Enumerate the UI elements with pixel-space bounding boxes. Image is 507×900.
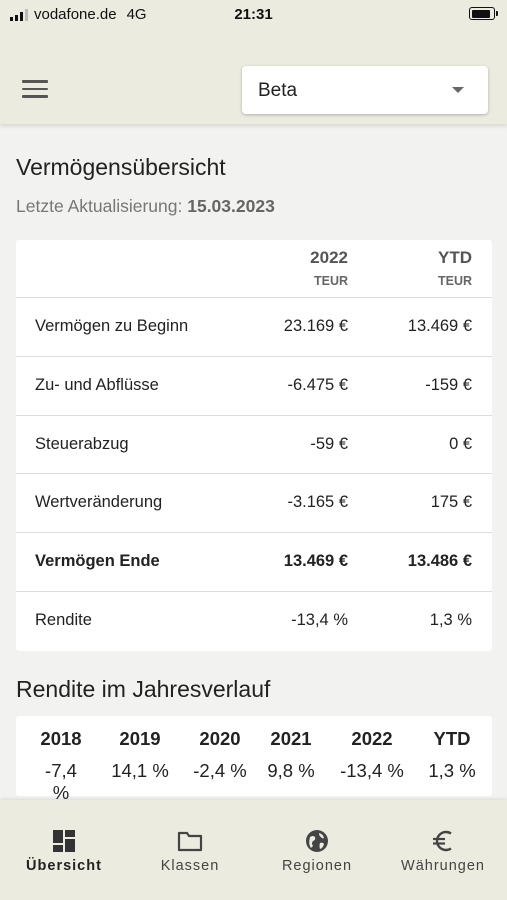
page-title: Vermögensübersicht [16, 154, 226, 180]
tab-klassen[interactable]: Klassen [130, 828, 250, 874]
year-return: 1,3 % [428, 760, 476, 781]
year-label: 2020 [199, 728, 241, 749]
returns-title: Rendite im Jahresverlauf [16, 676, 271, 702]
tab-uebersicht[interactable]: Übersicht [4, 828, 124, 874]
row-label: Wertveränderung [35, 493, 163, 512]
returns-table: 2018 -7,4 % 2019 14,1 % 2020 -2,4 % 2021… [16, 716, 492, 803]
tab-label: Klassen [160, 858, 220, 874]
menu-icon[interactable] [22, 80, 48, 100]
status-time: 21:31 [234, 6, 273, 23]
column-unit: TEUR [437, 274, 472, 288]
year-column: 2019 14,1 % [110, 728, 170, 782]
column-header-ytd: YTD TEUR [438, 248, 472, 288]
table-row: Vermögen zu Beginn 23.169 € 13.469 € [16, 298, 492, 357]
table-header: 2022 TEUR YTD TEUR [16, 240, 492, 298]
summary-table: 2022 TEUR YTD TEUR Vermögen zu Beginn 23… [16, 240, 492, 651]
row-label: Zu- und Abflüsse [35, 375, 159, 394]
euro-icon [383, 828, 503, 854]
row-value-2022: -59 € [310, 434, 348, 453]
year-return: -7,4 % [45, 760, 77, 803]
row-label: Vermögen Ende [35, 552, 160, 571]
column-year: YTD [438, 248, 472, 267]
folder-icon [130, 828, 250, 854]
year-column: 2022 -13,4 % [338, 728, 406, 782]
battery-icon [469, 7, 498, 20]
portfolio-select[interactable]: Beta [242, 66, 488, 114]
year-return: -2,4 % [193, 760, 247, 781]
table-row: Rendite -13,4 % 1,3 % [16, 592, 492, 651]
globe-icon [257, 828, 377, 854]
year-return: 9,8 % [267, 760, 315, 781]
row-value-ytd: 13.469 € [407, 317, 472, 335]
table-row: Zu- und Abflüsse -6.475 € -159 € [16, 357, 492, 416]
table-row: Wertveränderung -3.165 € 175 € [16, 474, 492, 534]
dashboard-icon [4, 828, 124, 854]
column-unit: TEUR [313, 274, 348, 288]
column-year: 2022 [310, 248, 348, 267]
last-update-date: 15.03.2023 [187, 196, 275, 216]
portfolio-select-value: Beta [258, 80, 298, 101]
tab-regionen[interactable]: Regionen [257, 828, 377, 874]
row-value-ytd: -159 € [425, 375, 472, 394]
year-label: YTD [433, 728, 471, 749]
tab-waehrungen[interactable]: Währungen [383, 828, 503, 874]
status-bar: vodafone.de 4G 21:31 [0, 0, 507, 30]
row-value-ytd: 1,3 % [429, 610, 472, 629]
year-column: YTD 1,3 % [424, 728, 480, 782]
last-update-label: Letzte Aktualisierung: [16, 196, 183, 216]
row-value-ytd: 175 € [430, 493, 472, 512]
year-return: 14,1 % [111, 760, 169, 781]
tab-label: Regionen [281, 858, 353, 874]
caret-down-icon [452, 87, 464, 93]
year-column: 2020 -2,4 % [190, 728, 250, 782]
year-label: 2018 [40, 728, 82, 749]
row-label: Vermögen zu Beginn [35, 317, 189, 335]
table-row: Steuerabzug -59 € 0 € [16, 416, 492, 475]
row-value-ytd: 13.486 € [407, 552, 472, 571]
row-value-2022: -3.165 € [287, 493, 348, 512]
row-value-ytd: 0 € [449, 434, 472, 453]
year-return: -13,4 % [340, 760, 404, 781]
tab-label: Währungen [401, 858, 485, 874]
year-column: 2018 -7,4 % [38, 728, 84, 804]
table-row: Vermögen Ende 13.469 € 13.486 € [16, 533, 492, 592]
row-label: Steuerabzug [35, 434, 129, 453]
last-update: Letzte Aktualisierung: 15.03.2023 [16, 196, 275, 217]
tab-label: Übersicht [26, 858, 102, 874]
year-column: 2021 9,8 % [264, 728, 318, 782]
row-value-2022: -6.475 € [287, 375, 348, 394]
row-label: Rendite [35, 610, 92, 629]
row-value-2022: 23.169 € [283, 317, 348, 335]
app-header: vodafone.de 4G 21:31 Beta [0, 0, 507, 124]
year-label: 2019 [119, 728, 161, 749]
year-label: 2021 [270, 728, 312, 749]
row-value-2022: 13.469 € [283, 552, 348, 571]
row-value-2022: -13,4 % [291, 610, 348, 629]
year-label: 2022 [351, 728, 393, 749]
column-header-2022: 2022 TEUR [310, 248, 348, 288]
bottom-navigation: Übersicht Klassen Regionen Währungen [0, 800, 507, 900]
